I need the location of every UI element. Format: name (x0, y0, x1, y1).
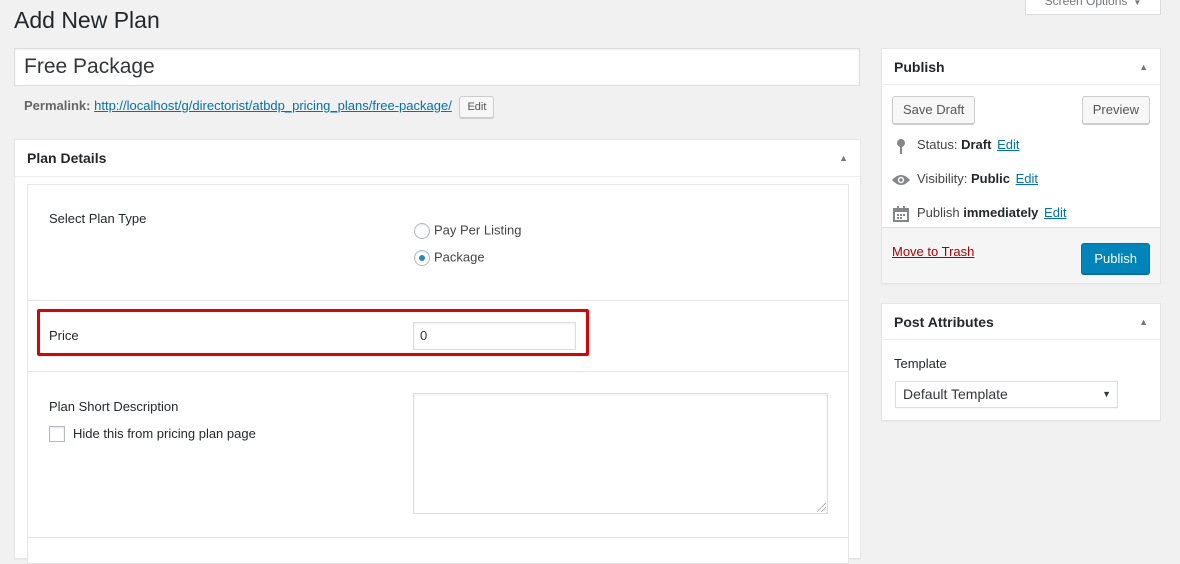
move-to-trash-link[interactable]: Move to Trash (892, 244, 974, 259)
post-attributes-header[interactable]: Post Attributes ▲ (882, 304, 1160, 340)
permalink-edit-button[interactable]: Edit (459, 95, 495, 118)
resize-handle-icon[interactable] (817, 503, 826, 512)
radio-package[interactable]: Package (414, 249, 485, 267)
permalink-label: Permalink: (24, 98, 91, 113)
calendar-icon (891, 204, 911, 224)
screen-options-tab[interactable]: Screen Options ▼ (1025, 0, 1161, 15)
plan-details-table: Select Plan Type Pay Per Listing Package… (27, 184, 849, 564)
radio-label: Package (434, 249, 485, 265)
visibility-row: Visibility: Public Edit (891, 169, 1038, 189)
title-input[interactable]: Free Package (14, 48, 860, 86)
radio-button[interactable] (414, 222, 430, 239)
price-row: Price 0 (28, 301, 848, 372)
major-publishing-actions: Move to Trash Publish (882, 227, 1160, 283)
preview-button[interactable]: Preview (1081, 96, 1150, 124)
collapse-arrow-icon[interactable]: ▲ (1139, 49, 1148, 85)
hide-checkbox-label: Hide this from pricing plan page (73, 426, 256, 442)
visibility-value: Public (970, 171, 1010, 186)
publish-button[interactable]: Publish (1081, 243, 1150, 274)
status-edit-link[interactable]: Edit (997, 137, 1019, 152)
template-label: Template (894, 356, 947, 371)
pin-icon (891, 136, 911, 156)
permalink-slug: free-package (372, 98, 449, 113)
plan-details-header[interactable]: Plan Details ▲ (15, 140, 860, 177)
radio-button-checked[interactable] (414, 249, 430, 266)
radio-label: Pay Per Listing (434, 222, 522, 238)
publish-label: Publish (917, 205, 960, 220)
template-select-value: Default Template (903, 386, 1008, 402)
price-label: Price (49, 328, 79, 343)
permalink-base: http://localhost/g/directorist/atbdp_pri… (94, 98, 373, 113)
publish-box: Publish ▲ Save Draft Preview Status: Dra… (881, 48, 1161, 284)
eye-icon (891, 170, 911, 190)
hide-checkbox[interactable] (49, 425, 65, 442)
publish-value: immediately (963, 205, 1039, 220)
status-value: Draft (961, 137, 992, 152)
caret-down-icon: ▼ (1133, 0, 1142, 7)
save-draft-button[interactable]: Save Draft (892, 96, 976, 124)
screen-options-label: Screen Options (1044, 0, 1128, 8)
short-description-textarea[interactable] (413, 393, 828, 514)
plan-type-row: Select Plan Type Pay Per Listing Package (28, 185, 848, 301)
publish-title: Publish (894, 59, 945, 75)
status-label: Status: (917, 137, 958, 152)
collapse-arrow-icon[interactable]: ▲ (839, 140, 848, 177)
post-attributes-box: Post Attributes ▲ Template Default Templ… (881, 303, 1161, 421)
post-attributes-title: Post Attributes (894, 314, 994, 330)
page-title: Add New Plan (14, 7, 160, 33)
publish-header[interactable]: Publish ▲ (882, 49, 1160, 85)
visibility-edit-link[interactable]: Edit (1016, 171, 1038, 186)
chevron-down-icon: ▼ (1102, 389, 1111, 399)
plan-details-title: Plan Details (27, 150, 107, 166)
schedule-edit-link[interactable]: Edit (1044, 205, 1066, 220)
permalink-link[interactable]: http://localhost/g/directorist/atbdp_pri… (94, 98, 452, 113)
short-description-label: Plan Short Description (49, 399, 179, 414)
collapse-arrow-icon[interactable]: ▲ (1139, 304, 1148, 340)
schedule-row: Publish immediately Edit (891, 203, 1066, 223)
radio-pay-per-listing[interactable]: Pay Per Listing (414, 222, 521, 240)
plan-type-label: Select Plan Type (49, 211, 147, 226)
hide-from-pricing-option[interactable]: Hide this from pricing plan page (49, 425, 256, 442)
short-description-row: Plan Short Description Hide this from pr… (28, 372, 848, 538)
permalink-tail: / (448, 98, 452, 113)
template-select[interactable]: Default Template ▼ (895, 381, 1118, 408)
price-input[interactable]: 0 (413, 322, 576, 350)
plan-details-box: Plan Details ▲ Select Plan Type Pay Per … (14, 139, 861, 564)
status-row: Status: Draft Edit (891, 135, 1019, 155)
visibility-label: Visibility: (917, 171, 968, 186)
permalink: Permalink: http://localhost/g/directoris… (24, 95, 495, 118)
